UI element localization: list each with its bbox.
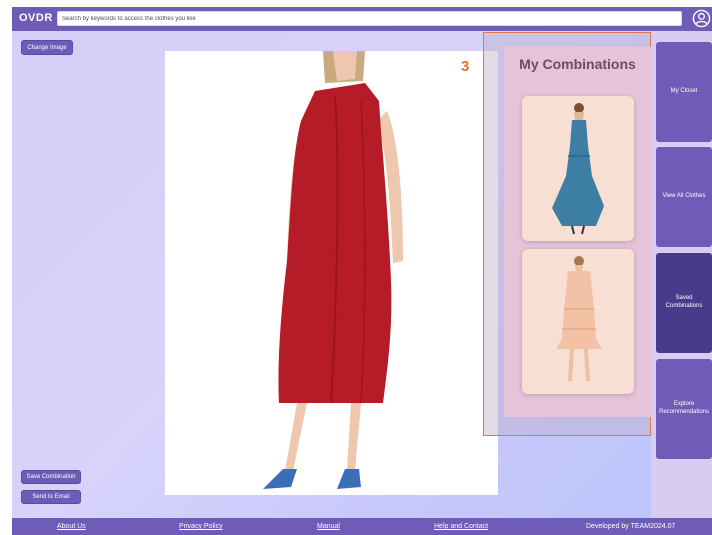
footer-help-link[interactable]: Help and Contact	[434, 523, 488, 530]
app-logo[interactable]: OVDR	[19, 12, 53, 24]
footer-about-link[interactable]: About Us	[57, 523, 86, 530]
save-combination-button[interactable]: Save Combination	[21, 470, 81, 484]
annotation-number: 3	[461, 58, 470, 75]
footer-manual-link[interactable]: Manual	[317, 523, 340, 530]
nav-saved-combinations[interactable]: Saved Combinations	[656, 253, 712, 353]
nav-view-all-clothes[interactable]: View All Clothes	[656, 147, 712, 247]
nav-my-closet[interactable]: My Closet	[656, 42, 712, 142]
change-image-button[interactable]: Change Image	[21, 40, 73, 55]
send-to-email-button[interactable]: Send to Email	[21, 490, 81, 504]
red-dress-model-illustration	[263, 51, 403, 489]
combination-card[interactable]	[522, 96, 634, 241]
search-input[interactable]	[57, 11, 682, 26]
footer-bar: About Us Privacy Policy Manual Help and …	[12, 518, 712, 535]
outfit-preview-image	[165, 51, 498, 495]
my-combinations-title: My Combinations	[519, 56, 636, 72]
combination-card[interactable]	[522, 249, 634, 394]
nav-explore-recommendations[interactable]: Explore Recommendations	[656, 359, 712, 459]
my-combinations-panel: My Combinations	[504, 47, 651, 417]
peach-dress-thumbnail	[556, 256, 602, 382]
app: OVDR Change Image Save Combination Send …	[12, 7, 712, 535]
footer-privacy-link[interactable]: Privacy Policy	[179, 523, 223, 530]
footer-credit: Developed by TEAM2024.07	[586, 523, 676, 530]
blue-gown-thumbnail	[552, 103, 604, 235]
user-account-icon[interactable]	[692, 9, 711, 28]
header-bar: OVDR	[12, 7, 712, 31]
